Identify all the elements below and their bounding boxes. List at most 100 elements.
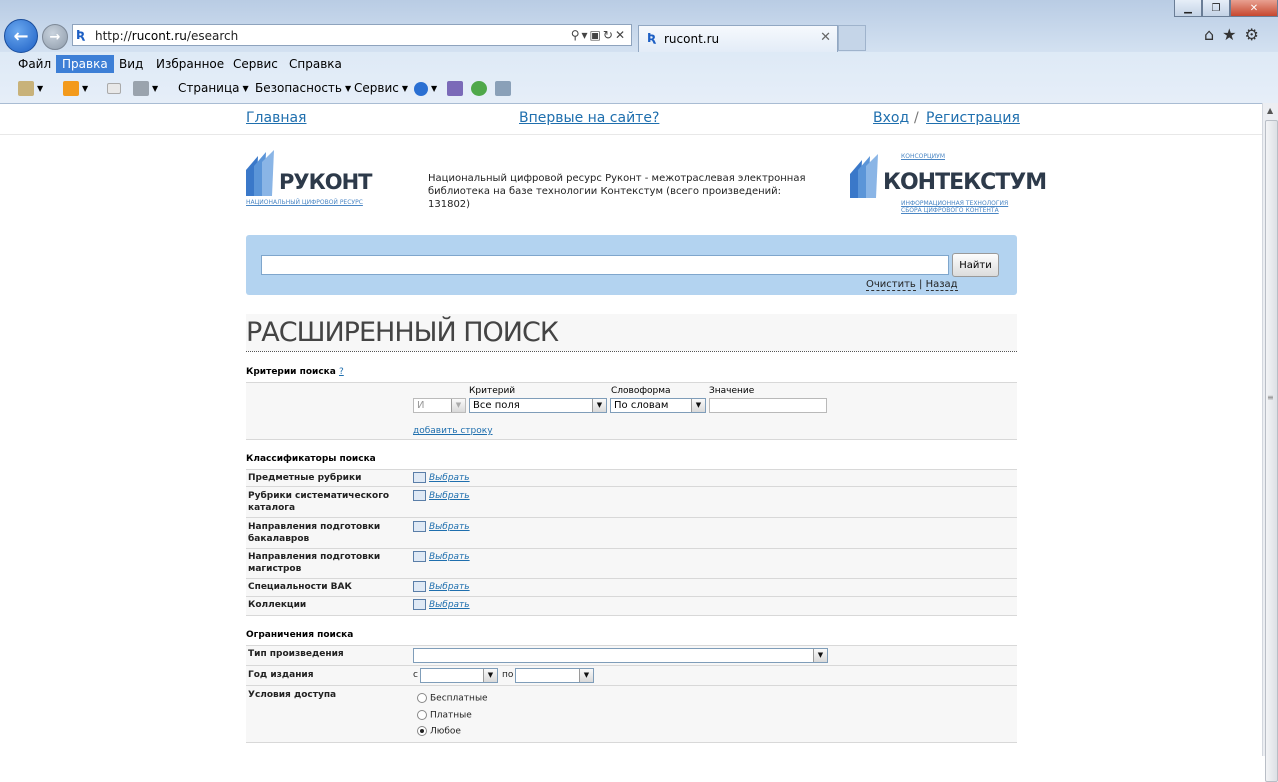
compat-view-icon[interactable]: ▣ [590, 28, 603, 42]
wordform-select-value: По словам [614, 400, 669, 411]
browser-right-icons: ⌂★⚙ [1204, 25, 1267, 44]
criterion-column-header: Критерий [469, 386, 516, 396]
arrow-left-icon: ← [13, 25, 29, 47]
radio-selected-icon [417, 726, 427, 736]
access-paid-radio[interactable]: Платные [417, 710, 472, 721]
row-divider [246, 742, 1017, 743]
safety-command[interactable]: Безопасность ▼ [255, 80, 351, 96]
access-any-radio[interactable]: Любое [417, 726, 461, 737]
minimize-button[interactable]: ▁ [1174, 0, 1202, 17]
tools-command[interactable]: Сервис ▼ [354, 80, 408, 96]
limits-row-bg [246, 666, 1017, 685]
add-row-link[interactable]: добавить строку [413, 426, 493, 436]
home-link[interactable]: Главная [246, 110, 306, 126]
criterion-select-value: Все поля [473, 400, 520, 411]
access-any-label: Любое [430, 726, 461, 737]
wordform-select[interactable]: По словам ▼ [610, 398, 706, 413]
pick-label: Выбрать [429, 522, 470, 532]
vertical-scrollbar[interactable]: ▲ ≡ [1262, 103, 1278, 782]
pick-bachelor-directions[interactable]: Выбрать [413, 521, 470, 532]
pick-vak-specialties[interactable]: Выбрать [413, 581, 470, 592]
chevron-down-icon: ▼ [813, 649, 827, 662]
menu-file[interactable]: Файл [12, 55, 57, 73]
search-input[interactable] [261, 255, 949, 275]
classifier-label: Коллекции [248, 599, 306, 611]
login-link[interactable]: Вход [873, 110, 909, 126]
year-to-label: по [502, 670, 514, 680]
book-icon [413, 472, 426, 483]
dropdown-icon[interactable]: ▾ [582, 28, 590, 42]
access-label: Условия доступа [248, 690, 337, 700]
classifier-label-line1: Специальности ВАК [248, 582, 352, 592]
value-column-header: Значение [709, 386, 755, 396]
stop-icon[interactable]: ✕ [615, 28, 627, 42]
clear-link[interactable]: Очистить [866, 279, 916, 291]
year-from-select[interactable]: ▼ [420, 668, 498, 683]
url-host: rucont.ru [131, 29, 187, 43]
classifier-label: Специальности ВАК [248, 581, 352, 593]
new-tab-button[interactable] [838, 25, 866, 51]
pick-systematic-catalog[interactable]: Выбрать [413, 490, 470, 501]
pick-subject-headings[interactable]: Выбрать [413, 472, 470, 483]
home-command[interactable]: ▼ [18, 80, 43, 96]
search-button[interactable]: Найти [952, 253, 999, 277]
classifier-label: Рубрики систематического каталога [248, 490, 389, 514]
page-command[interactable]: Страница ▼ [178, 80, 249, 96]
logic-select: И ▼ [413, 398, 466, 413]
address-url[interactable]: http://rucont.ru/esearch [95, 29, 238, 43]
criteria-help-link[interactable]: ? [339, 367, 344, 377]
logic-select-value: И [417, 400, 425, 411]
pick-label: Выбрать [429, 552, 470, 562]
nav-separator: / [914, 110, 919, 126]
refresh-icon[interactable]: ↻ [603, 28, 615, 42]
classifier-label-line2: магистров [248, 564, 302, 574]
chevron-down-icon: ▼ [691, 399, 705, 412]
back-link[interactable]: Назад [925, 279, 958, 291]
menu-view[interactable]: Вид [113, 55, 149, 73]
help-command[interactable]: ▼ [414, 80, 437, 96]
work-type-select[interactable]: ▼ [413, 648, 828, 663]
search-icon[interactable]: ⚲ [571, 28, 582, 42]
criterion-select[interactable]: Все поля ▼ [469, 398, 607, 413]
menu-edit[interactable]: Правка [56, 55, 114, 73]
feeds-command[interactable]: ▼ [63, 80, 88, 96]
kontekstum-tagline-2: СБОРА ЦИФРОВОГО КОНТЕНТА [901, 207, 999, 214]
pick-master-directions[interactable]: Выбрать [413, 551, 470, 562]
value-input[interactable] [709, 398, 827, 413]
forward-button[interactable]: → [42, 24, 68, 50]
messenger-command[interactable] [471, 80, 487, 96]
address-bar[interactable]: Ʀ http://rucont.ru/esearch ⚲▾▣↻✕ [72, 24, 632, 46]
close-window-button[interactable]: ✕ [1230, 0, 1278, 17]
radio-icon [417, 710, 427, 720]
back-button[interactable]: ← [4, 19, 38, 53]
page-command-label: Страница [178, 81, 240, 95]
book-icon [413, 599, 426, 610]
pick-collections[interactable]: Выбрать [413, 599, 470, 610]
research-command[interactable] [447, 80, 463, 96]
gear-icon[interactable]: ⚙ [1245, 25, 1267, 44]
printer-icon [133, 81, 149, 96]
kontekstum-logo[interactable]: КОНСОРЦИУМ КОНТЕКСТУМ ИНФОРМАЦИОННАЯ ТЕХ… [850, 148, 1047, 218]
scroll-up-icon[interactable]: ▲ [1267, 106, 1273, 115]
print-command[interactable]: ▼ [133, 80, 158, 96]
year-to-select[interactable]: ▼ [515, 668, 594, 683]
register-link[interactable]: Регистрация [926, 110, 1020, 126]
pick-label: Выбрать [429, 582, 470, 592]
first-time-link[interactable]: Впервые на сайте? [519, 110, 659, 126]
home-icon[interactable]: ⌂ [1204, 25, 1222, 44]
criteria-divider-bottom [246, 439, 1017, 440]
browser-tab[interactable]: Ʀ rucont.ru ✕ [638, 25, 838, 52]
maximize-button[interactable]: ❐ [1202, 0, 1230, 17]
access-free-radio[interactable]: Бесплатные [417, 693, 488, 704]
favorites-star-icon[interactable]: ★ [1222, 25, 1244, 44]
menu-favorites[interactable]: Избранное [150, 55, 230, 73]
scrollbar-thumb[interactable] [1265, 120, 1278, 782]
rukont-wordmark: РУКОНТ [279, 170, 372, 194]
close-tab-icon[interactable]: ✕ [820, 30, 831, 45]
menu-help[interactable]: Справка [283, 55, 348, 73]
addon-command[interactable] [495, 80, 511, 96]
home-icon [18, 81, 34, 96]
mail-command[interactable] [107, 80, 121, 96]
menu-tools[interactable]: Сервис [227, 55, 284, 73]
rukont-logo[interactable]: РУКОНТ НАЦИОНАЛЬНЫЙ ЦИФРОВОЙ РЕСУРС [246, 148, 372, 208]
